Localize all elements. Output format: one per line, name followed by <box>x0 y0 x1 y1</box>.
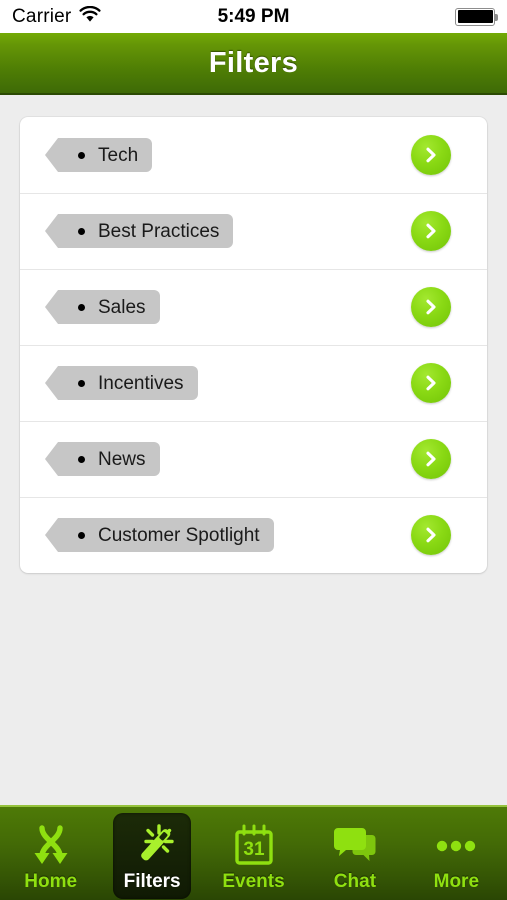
list-item[interactable]: Tech <box>20 117 487 193</box>
status-bar-right <box>455 7 498 26</box>
status-bar-left: Carrier <box>12 5 102 28</box>
chevron-right-icon[interactable] <box>411 515 451 555</box>
list-item[interactable]: Sales <box>20 269 487 345</box>
bullet-dot-icon <box>78 531 85 539</box>
battery-full-icon <box>455 7 498 26</box>
chevron-right-icon[interactable] <box>411 287 451 327</box>
list-item[interactable]: Best Practices <box>20 193 487 269</box>
bullet-dot-icon <box>78 455 85 463</box>
tab-more[interactable]: More <box>406 807 507 900</box>
chevron-right-icon[interactable] <box>411 135 451 175</box>
filter-tag: Best Practices <box>44 214 234 248</box>
calendar-day-number: 31 <box>243 839 265 860</box>
tab-chat-label: Chat <box>333 870 377 892</box>
list-item[interactable]: Customer Spotlight <box>20 497 487 573</box>
filter-label: Tech <box>98 144 139 166</box>
tab-filters-label: Filters <box>123 870 181 892</box>
magic-wand-icon <box>129 821 175 871</box>
tab-more-label: More <box>433 870 480 892</box>
bullet-dot-icon <box>78 151 85 159</box>
bullet-dot-icon <box>78 303 85 311</box>
tab-home[interactable]: Home <box>0 807 101 900</box>
tab-filters[interactable]: Filters <box>101 807 202 900</box>
crossing-arrows-icon <box>29 821 73 871</box>
wifi-icon <box>79 5 102 28</box>
tab-more-inner: More <box>417 813 495 899</box>
page-title: Filters <box>208 46 299 79</box>
tab-filters-inner: Filters <box>113 812 192 899</box>
calendar-icon: 31 <box>232 821 276 871</box>
filter-tag: News <box>45 442 160 476</box>
ellipsis-icon <box>433 821 479 871</box>
bullet-dot-icon <box>78 227 85 235</box>
bullet-dot-icon <box>78 379 85 387</box>
tab-chat[interactable]: Chat <box>304 807 405 900</box>
app-screen: Carrier 5:49 PM Filters Tech Best Practi… <box>0 0 507 900</box>
chevron-right-icon[interactable] <box>411 363 451 403</box>
carrier-label: Carrier <box>12 5 72 27</box>
filters-list-card: Tech Best Practices Sales Incentives New… <box>20 117 487 573</box>
filter-label: Customer Spotlight <box>98 524 260 546</box>
tab-bar: Home Filters 31 Events Chat More <box>0 805 507 900</box>
list-item[interactable]: News <box>20 421 487 497</box>
filter-label: Sales <box>98 296 146 318</box>
tab-events-inner: 31 Events <box>215 813 293 899</box>
tab-chat-inner: Chat <box>316 813 394 899</box>
filter-label: News <box>98 448 146 470</box>
status-bar: Carrier 5:49 PM <box>0 0 507 33</box>
filter-label: Best Practices <box>98 220 220 242</box>
navigation-bar: Filters <box>0 33 507 95</box>
filter-label: Incentives <box>98 372 184 394</box>
filter-tag: Incentives <box>45 366 198 400</box>
chat-bubbles-icon <box>332 821 378 871</box>
filter-tag: Tech <box>44 138 153 172</box>
filter-tag: Sales <box>45 290 160 324</box>
battery-fill <box>457 10 493 23</box>
tab-home-inner: Home <box>12 813 90 899</box>
filter-tag: Customer Spotlight <box>45 518 274 552</box>
list-item[interactable]: Incentives <box>20 345 487 421</box>
tab-events-label: Events <box>222 870 285 892</box>
chevron-right-icon[interactable] <box>411 211 451 251</box>
content-area: Tech Best Practices Sales Incentives New… <box>0 95 507 805</box>
tab-home-label: Home <box>24 870 78 892</box>
chevron-right-icon[interactable] <box>411 439 451 479</box>
tab-events[interactable]: 31 Events <box>203 807 304 900</box>
